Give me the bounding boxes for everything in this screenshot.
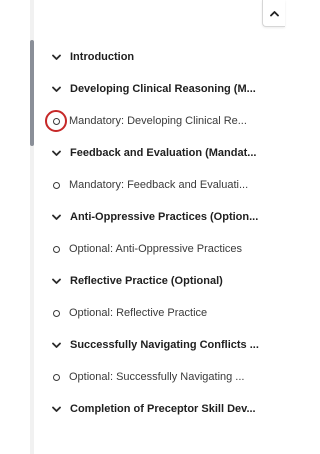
section-label: Developing Clinical Reasoning (M...: [70, 83, 256, 95]
scrollbar-thumb[interactable]: [30, 40, 34, 146]
outline-section-toggle[interactable]: Completion of Preceptor Skill Dev...: [44, 393, 282, 425]
section-label: Completion of Preceptor Skill Dev...: [70, 403, 256, 415]
chevron-down-icon: [50, 403, 62, 415]
outline-lesson-link[interactable]: Optional: Reflective Practice: [44, 297, 282, 329]
chevron-up-icon: [269, 10, 279, 16]
lesson-label: Optional: Reflective Practice: [69, 307, 208, 319]
lesson-label: Mandatory: Feedback and Evaluati...: [69, 179, 249, 191]
incomplete-status-dot: [52, 245, 60, 253]
empty-circle-icon: [50, 179, 62, 191]
incomplete-status-dot: [52, 309, 60, 317]
empty-circle-icon: [50, 243, 62, 255]
section-label: Reflective Practice (Optional): [70, 275, 223, 287]
outline-section-toggle[interactable]: Introduction: [44, 41, 282, 73]
course-outline-nav: Introduction Developing Clinical Reasonin…: [44, 41, 282, 425]
chevron-down-icon: [50, 147, 62, 159]
section-label: Introduction: [70, 51, 135, 63]
section-label: Feedback and Evaluation (Mandat...: [70, 147, 257, 159]
chevron-down-icon: [50, 211, 62, 223]
chevron-down-icon: [50, 339, 62, 351]
chevron-down-icon: [50, 275, 62, 287]
incomplete-status-dot: [52, 181, 60, 189]
outline-section-toggle[interactable]: Successfully Navigating Conflicts ...: [44, 329, 282, 361]
chevron-down-icon: [50, 83, 62, 95]
outline-section-toggle[interactable]: Developing Clinical Reasoning (M...: [44, 73, 282, 105]
lesson-label: Mandatory: Developing Clinical Re...: [69, 115, 247, 127]
lesson-label: Optional: Anti-Oppressive Practices: [69, 243, 243, 255]
outline-lesson-link[interactable]: Mandatory: Feedback and Evaluati...: [44, 169, 282, 201]
section-label: Anti-Oppressive Practices (Option...: [70, 211, 259, 223]
outline-lesson-link[interactable]: Mandatory: Developing Clinical Re...: [44, 105, 282, 137]
chevron-down-icon: [50, 51, 62, 63]
highlight-ring: [45, 110, 67, 132]
outline-section-toggle[interactable]: Anti-Oppressive Practices (Option...: [44, 201, 282, 233]
lesson-label: Optional: Successfully Navigating ...: [69, 371, 245, 383]
outline-section-toggle[interactable]: Reflective Practice (Optional): [44, 265, 282, 297]
outline-lesson-link[interactable]: Optional: Anti-Oppressive Practices: [44, 233, 282, 265]
outline-lesson-link[interactable]: Optional: Successfully Navigating ...: [44, 361, 282, 393]
left-rail: [0, 0, 30, 454]
outline-section-toggle[interactable]: Feedback and Evaluation (Mandat...: [44, 137, 282, 169]
empty-circle-icon: [45, 110, 67, 132]
empty-circle-icon: [50, 371, 62, 383]
incomplete-status-dot: [52, 373, 60, 381]
collapse-sidebar-button[interactable]: [262, 0, 285, 27]
empty-circle-icon: [50, 307, 62, 319]
section-label: Successfully Navigating Conflicts ...: [70, 339, 259, 351]
